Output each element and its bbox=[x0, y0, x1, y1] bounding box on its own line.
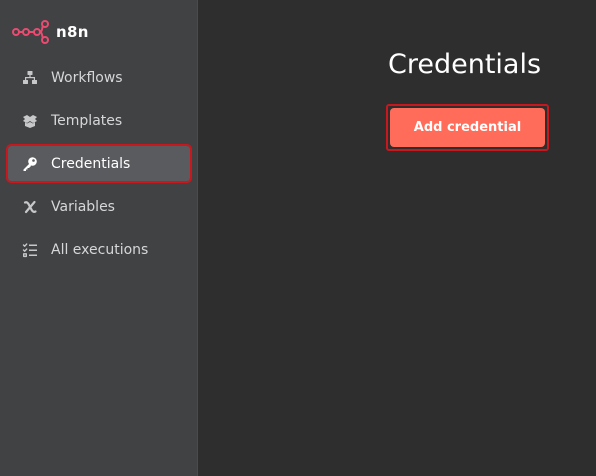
app-window: n8n Workflows Templates Credentials Vari… bbox=[0, 0, 596, 476]
sidebar-nav: Workflows Templates Credentials Variable… bbox=[0, 60, 198, 275]
workflows-icon bbox=[22, 70, 38, 86]
main-content: Credentials Add credential bbox=[199, 0, 596, 476]
sidebar-item-label: Templates bbox=[51, 112, 123, 129]
executions-list-icon bbox=[22, 242, 38, 258]
sidebar-item-templates[interactable]: Templates bbox=[8, 103, 190, 138]
sidebar-item-credentials[interactable]: Credentials bbox=[6, 144, 192, 183]
sidebar-item-label: All executions bbox=[51, 241, 149, 258]
sidebar-item-label: Variables bbox=[51, 198, 115, 215]
brand-name: n8n bbox=[56, 23, 89, 41]
sidebar-item-label: Workflows bbox=[51, 69, 123, 86]
n8n-logo-icon bbox=[12, 20, 50, 44]
sidebar-item-workflows[interactable]: Workflows bbox=[8, 60, 190, 95]
variables-icon bbox=[22, 199, 38, 215]
sidebar: n8n Workflows Templates Credentials Vari… bbox=[0, 0, 198, 476]
key-icon bbox=[22, 156, 38, 172]
templates-icon bbox=[22, 113, 38, 129]
add-credential-button-highlight: Add credential bbox=[386, 104, 549, 151]
sidebar-item-variables[interactable]: Variables bbox=[8, 189, 190, 224]
page-title: Credentials bbox=[388, 49, 542, 80]
sidebar-item-all-executions[interactable]: All executions bbox=[8, 232, 190, 267]
logo[interactable]: n8n bbox=[12, 20, 89, 44]
sidebar-item-label: Credentials bbox=[51, 155, 131, 172]
add-credential-button[interactable]: Add credential bbox=[390, 108, 545, 147]
